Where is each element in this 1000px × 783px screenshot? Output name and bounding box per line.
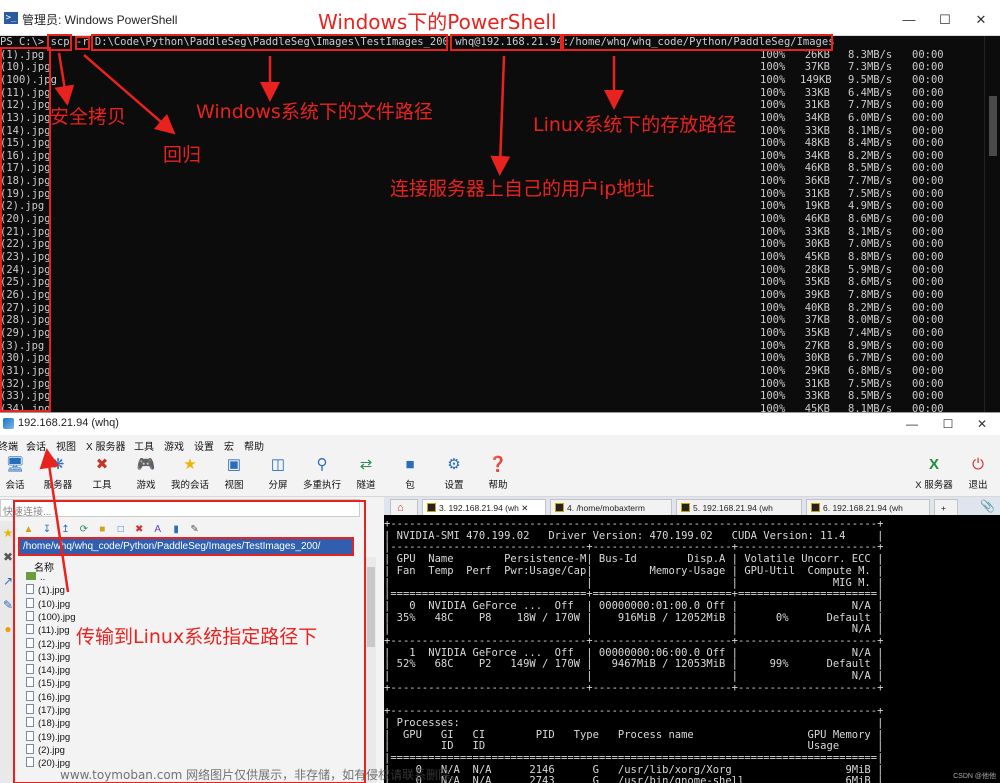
annotation-scp: 安全拷贝 [50,106,127,128]
terminal-line: +-------------------------------+-------… [384,681,884,694]
arrow-user-ip [490,55,511,176]
moba-close-button[interactable]: ✕ [962,413,1000,435]
attachment-icon[interactable]: 📎 [980,499,995,513]
annotation-arrows [54,52,624,176]
transfer-arrow [39,448,70,593]
watermark: www.toymoban.com 网络图片仅供展示，非存储，如有侵权请联系删除。 [60,768,463,782]
terminal-line: | Processes: | [384,716,884,729]
tab-session-3[interactable]: 3. 192.168.21.94 (wh ✕ [422,499,546,515]
help-icon: ❓ [488,456,508,473]
help-button[interactable]: ❓ 帮助 [476,453,520,497]
arrow-scp [54,52,75,106]
terminal-line: +---------------------------------------… [384,518,884,530]
package-button[interactable]: ■ 包 [388,453,432,497]
terminal-tab-icon [811,503,820,512]
package-icon: ■ [405,456,415,473]
terminal-line: +-------------------------------+-------… [384,635,884,647]
terminal-tabs: ⌂ 3. 192.168.21.94 (wh ✕ 4. /home/mobaxt… [384,497,1000,515]
terminal-line: | 0 NVIDIA GeForce ... Off | 00000000:01… [384,599,884,612]
moba-minimize-button[interactable]: — [892,413,932,435]
new-tab-button[interactable]: + [934,499,958,515]
annotation-recursive: 回归 [163,144,202,166]
terminal-line: |=======================================… [384,752,884,764]
home-tab[interactable]: ⌂ [390,499,418,515]
terminal-tab-icon [681,503,690,512]
tab-session-5[interactable]: 5. 192.168.21.94 (wh [676,499,802,515]
gear-icon: ⚙ [447,456,461,473]
tab-session-6[interactable]: 6. 192.168.21.94 (wh [806,499,930,515]
corner-mark: CSDN @他他 [953,773,996,780]
settings-button[interactable]: ⚙ 设置 [432,453,476,497]
annotation-win-path: Windows系统下的文件路径 [196,101,433,123]
powershell-window: >_ 管理员: Windows PowerShell — ☐ ✕ PS C:\>… [0,0,1000,412]
terminal-tab-icon [427,503,436,512]
x-server-icon: X [928,456,939,473]
annotation-linux-path: Linux系统下的存放路径 [533,114,737,136]
power-icon: ⏻ [972,456,984,473]
annotation-title: Windows下的PowerShell [318,10,557,34]
terminal-line: | Fan Temp Perf Pwr:Usage/Cap| Memory-Us… [384,564,884,577]
terminal-tab-icon [555,503,564,512]
tab-session-4[interactable]: 4. /home/mobaxterm [550,499,672,515]
exit-button[interactable]: ⏻ 退出 [956,453,1000,497]
remote-terminal[interactable]: +---------------------------------------… [384,515,1000,783]
arrow-transfer [39,448,70,593]
annotation-user-ip: 连接服务器上自己的用户ip地址 [390,178,655,200]
x-server-button[interactable]: XX 服务器 [912,453,956,497]
